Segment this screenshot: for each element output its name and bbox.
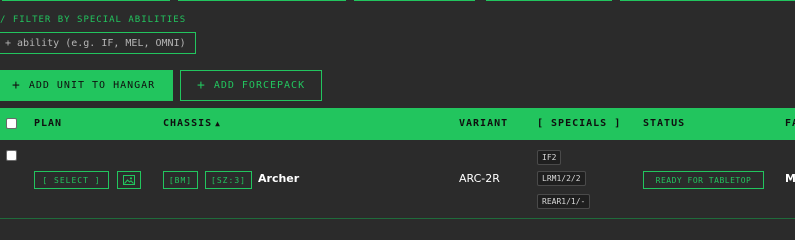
header-faction-partial[interactable]: FA — [785, 108, 795, 140]
add-forcepack-button[interactable]: + ADD FORCEPACK — [180, 70, 322, 101]
top-toolbar-edges — [0, 0, 795, 2]
size-tag: [SZ:3] — [205, 171, 252, 189]
faction-value-partial: M — [785, 172, 795, 185]
select-plan-button[interactable]: [ SELECT ] — [34, 171, 109, 189]
special-ability-badge: LRM1/2/2 — [537, 171, 586, 186]
row-checkbox[interactable] — [6, 150, 17, 161]
unit-type-tag: [BM] — [163, 171, 198, 189]
special-ability-badge: IF2 — [537, 150, 562, 165]
header-chassis-label: CHASSIS — [163, 118, 213, 129]
image-button[interactable] — [117, 171, 141, 189]
row-divider — [0, 218, 795, 219]
header-specials[interactable]: [ SPECIALS ] — [537, 108, 621, 140]
top-control-edge — [178, 0, 346, 1]
table-header: PLAN CHASSIS ▲ VARIANT [ SPECIALS ] STATU… — [0, 108, 795, 140]
header-chassis[interactable]: CHASSIS ▲ — [163, 108, 221, 140]
header-plan[interactable]: PLAN — [34, 108, 62, 140]
top-control-edge — [2, 0, 170, 1]
sort-ascending-icon: ▲ — [215, 119, 221, 128]
special-ability-badge: REAR1/1/- — [537, 194, 591, 209]
table-row: [ SELECT ] [BM] [SZ:3] Archer ARC-2R IF2… — [0, 140, 795, 219]
top-control-edge — [354, 0, 475, 1]
variant-name: ARC-2R — [459, 172, 500, 185]
add-unit-to-hangar-button[interactable]: + ADD UNIT TO HANGAR — [0, 70, 173, 101]
plus-icon: + — [12, 78, 21, 93]
top-control-edge — [620, 0, 795, 1]
special-abilities-filter-label: / FILTER BY SPECIAL ABILITIES — [0, 15, 187, 25]
header-variant[interactable]: VARIANT — [459, 108, 508, 140]
plus-icon: + — [197, 78, 206, 93]
ability-filter-input[interactable] — [0, 32, 196, 54]
chassis-name: Archer — [258, 172, 300, 185]
add-unit-label: ADD UNIT TO HANGAR — [28, 80, 156, 91]
header-status[interactable]: STATUS — [643, 108, 685, 140]
status-badge: READY FOR TABLETOP — [643, 171, 764, 189]
select-all-checkbox[interactable] — [6, 118, 17, 129]
add-forcepack-label: ADD FORCEPACK — [213, 80, 306, 91]
top-control-edge — [486, 0, 612, 1]
image-icon — [123, 175, 135, 185]
